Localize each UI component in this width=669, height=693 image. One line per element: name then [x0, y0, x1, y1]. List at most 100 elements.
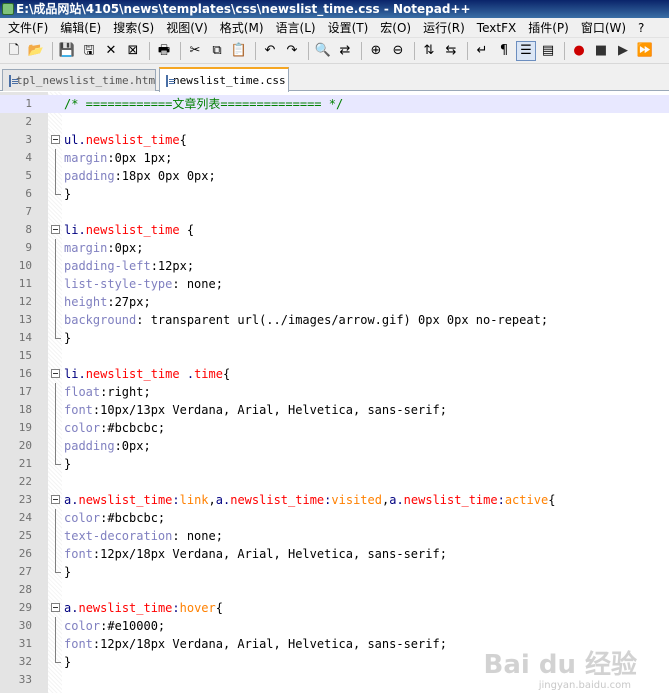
code-line[interactable]: 7: [0, 203, 669, 221]
code-line[interactable]: 16 li.newslist_time .time{: [0, 365, 669, 383]
toolbar-separator: [149, 41, 150, 60]
menu-item[interactable]: 语言(L): [270, 18, 322, 38]
code-line[interactable]: 27}: [0, 563, 669, 581]
indent-guide-icon[interactable]: ☰: [516, 40, 536, 61]
code-line[interactable]: 8 li.newslist_time {: [0, 221, 669, 239]
doc-map-icon[interactable]: ▤: [538, 41, 558, 61]
show-all-chars-icon[interactable]: ¶: [494, 41, 514, 61]
code-line[interactable]: 28: [0, 581, 669, 599]
line-number: 2: [25, 115, 32, 128]
line-number: 21: [18, 457, 32, 470]
code-line[interactable]: 1 /* ============文章列表============== */: [0, 95, 669, 113]
menu-item[interactable]: 文件(F): [2, 18, 54, 38]
menu-item[interactable]: 视图(V): [160, 18, 214, 38]
tab-tpl-newslist-time[interactable]: tpl_newslist_time.htm: [2, 69, 156, 91]
notepad-plus-plus-icon: [2, 3, 14, 15]
code-line[interactable]: 22: [0, 473, 669, 491]
code-text: background: transparent url(../images/ar…: [64, 313, 549, 327]
fold-toggle-icon[interactable]: [51, 495, 60, 504]
code-line[interactable]: 14}: [0, 329, 669, 347]
run-macro-icon[interactable]: ⏩: [635, 41, 655, 61]
code-line[interactable]: 15: [0, 347, 669, 365]
code-line[interactable]: 25 text-decoration: none;: [0, 527, 669, 545]
code-line[interactable]: 9 margin:0px;: [0, 239, 669, 257]
menu-item[interactable]: 格式(M): [214, 18, 270, 38]
fold-toggle-icon[interactable]: [51, 603, 60, 612]
print-icon[interactable]: 🖶: [154, 41, 174, 61]
code-line[interactable]: 24 color:#bcbcbc;: [0, 509, 669, 527]
code-line[interactable]: 17 float:right;: [0, 383, 669, 401]
save-all-icon[interactable]: 🖫: [79, 41, 99, 61]
code-line[interactable]: 2: [0, 113, 669, 131]
code-line[interactable]: 20 padding:0px;: [0, 437, 669, 455]
tab-newslist-time-css[interactable]: newslist_time.css: [159, 67, 289, 92]
sync-h-icon[interactable]: ⇆: [441, 41, 461, 61]
close-icon[interactable]: ✕: [101, 41, 121, 61]
menu-item[interactable]: 设置(T): [322, 18, 375, 38]
code-line[interactable]: 29 a.newslist_time:hover{: [0, 599, 669, 617]
new-file-icon[interactable]: 🗋: [4, 41, 24, 61]
line-number: 9: [25, 241, 32, 254]
code-lines[interactable]: 1/* ============文章列表============== */ 2 3 u…: [0, 95, 669, 689]
fold-toggle-icon[interactable]: [51, 225, 60, 234]
fold-guide: [55, 635, 56, 653]
menu-item[interactable]: 宏(O): [374, 18, 417, 38]
code-text: }: [64, 655, 72, 669]
line-number: 5: [25, 169, 32, 182]
line-number: 14: [18, 331, 32, 344]
toolbar-separator: [180, 41, 181, 60]
code-line[interactable]: 30 color:#e10000;: [0, 617, 669, 635]
code-line[interactable]: 26 font:12px/18px Verdana, Arial, Helveti…: [0, 545, 669, 563]
line-number: 29: [18, 601, 32, 614]
code-line[interactable]: 23 a.newslist_time:link,a.newslist_time:v…: [0, 491, 669, 509]
menu-item[interactable]: 运行(R): [417, 18, 471, 38]
zoom-out-icon[interactable]: ⊖: [388, 41, 408, 61]
file-icon: [9, 74, 18, 87]
record-macro-icon[interactable]: ●: [569, 41, 589, 61]
redo-icon[interactable]: ↷: [282, 41, 302, 61]
code-text: padding:18px 0px 0px;: [64, 169, 216, 183]
code-line[interactable]: 5 padding:18px 0px 0px;: [0, 167, 669, 185]
line-number: 13: [18, 313, 32, 326]
fold-toggle-icon[interactable]: [51, 135, 60, 144]
menu-item[interactable]: 窗口(W): [575, 18, 632, 38]
wrap-icon[interactable]: ↵: [472, 41, 492, 61]
fold-guide: [55, 311, 56, 329]
code-editor[interactable]: 1/* ============文章列表============== */ 2 3 u…: [0, 92, 669, 693]
close-all-icon[interactable]: ⊠: [123, 41, 143, 61]
menu-item[interactable]: 编辑(E): [54, 18, 107, 38]
sync-v-icon[interactable]: ⇅: [419, 41, 439, 61]
code-line[interactable]: 4 margin:0px 1px;: [0, 149, 669, 167]
fold-toggle-icon[interactable]: [51, 369, 60, 378]
menu-item[interactable]: 插件(P): [522, 18, 575, 38]
menu-item[interactable]: TextFX: [471, 18, 522, 38]
code-line[interactable]: 12 height:27px;: [0, 293, 669, 311]
code-text: list-style-type: none;: [64, 277, 223, 291]
code-line[interactable]: 18 font:10px/13px Verdana, Arial, Helveti…: [0, 401, 669, 419]
play-macro-icon[interactable]: ▶: [613, 41, 633, 61]
line-number: 4: [25, 151, 32, 164]
menu-item[interactable]: 搜索(S): [107, 18, 160, 38]
code-line[interactable]: 6}: [0, 185, 669, 203]
fold-guide: [55, 275, 56, 293]
code-line[interactable]: 3 ul.newslist_time{: [0, 131, 669, 149]
code-line[interactable]: 10 padding-left:12px;: [0, 257, 669, 275]
paste-icon[interactable]: 📋: [229, 41, 249, 61]
cut-icon[interactable]: ✂: [185, 41, 205, 61]
stop-macro-icon[interactable]: ■: [591, 41, 611, 61]
open-file-icon[interactable]: 📂: [26, 41, 46, 61]
copy-icon[interactable]: ⧉: [207, 41, 227, 61]
menu-item[interactable]: ?: [632, 18, 650, 38]
replace-icon[interactable]: ⇄: [335, 41, 355, 61]
code-line[interactable]: 13 background: transparent url(../images/…: [0, 311, 669, 329]
code-line[interactable]: 21}: [0, 455, 669, 473]
code-line[interactable]: 19 color:#bcbcbc;: [0, 419, 669, 437]
find-icon[interactable]: 🔍: [313, 41, 333, 61]
line-number: 26: [18, 547, 32, 560]
code-text: float:right;: [64, 385, 151, 399]
save-icon[interactable]: 💾: [57, 41, 77, 61]
code-text: }: [64, 565, 72, 579]
undo-icon[interactable]: ↶: [260, 41, 280, 61]
zoom-in-icon[interactable]: ⊕: [366, 41, 386, 61]
code-line[interactable]: 11 list-style-type: none;: [0, 275, 669, 293]
